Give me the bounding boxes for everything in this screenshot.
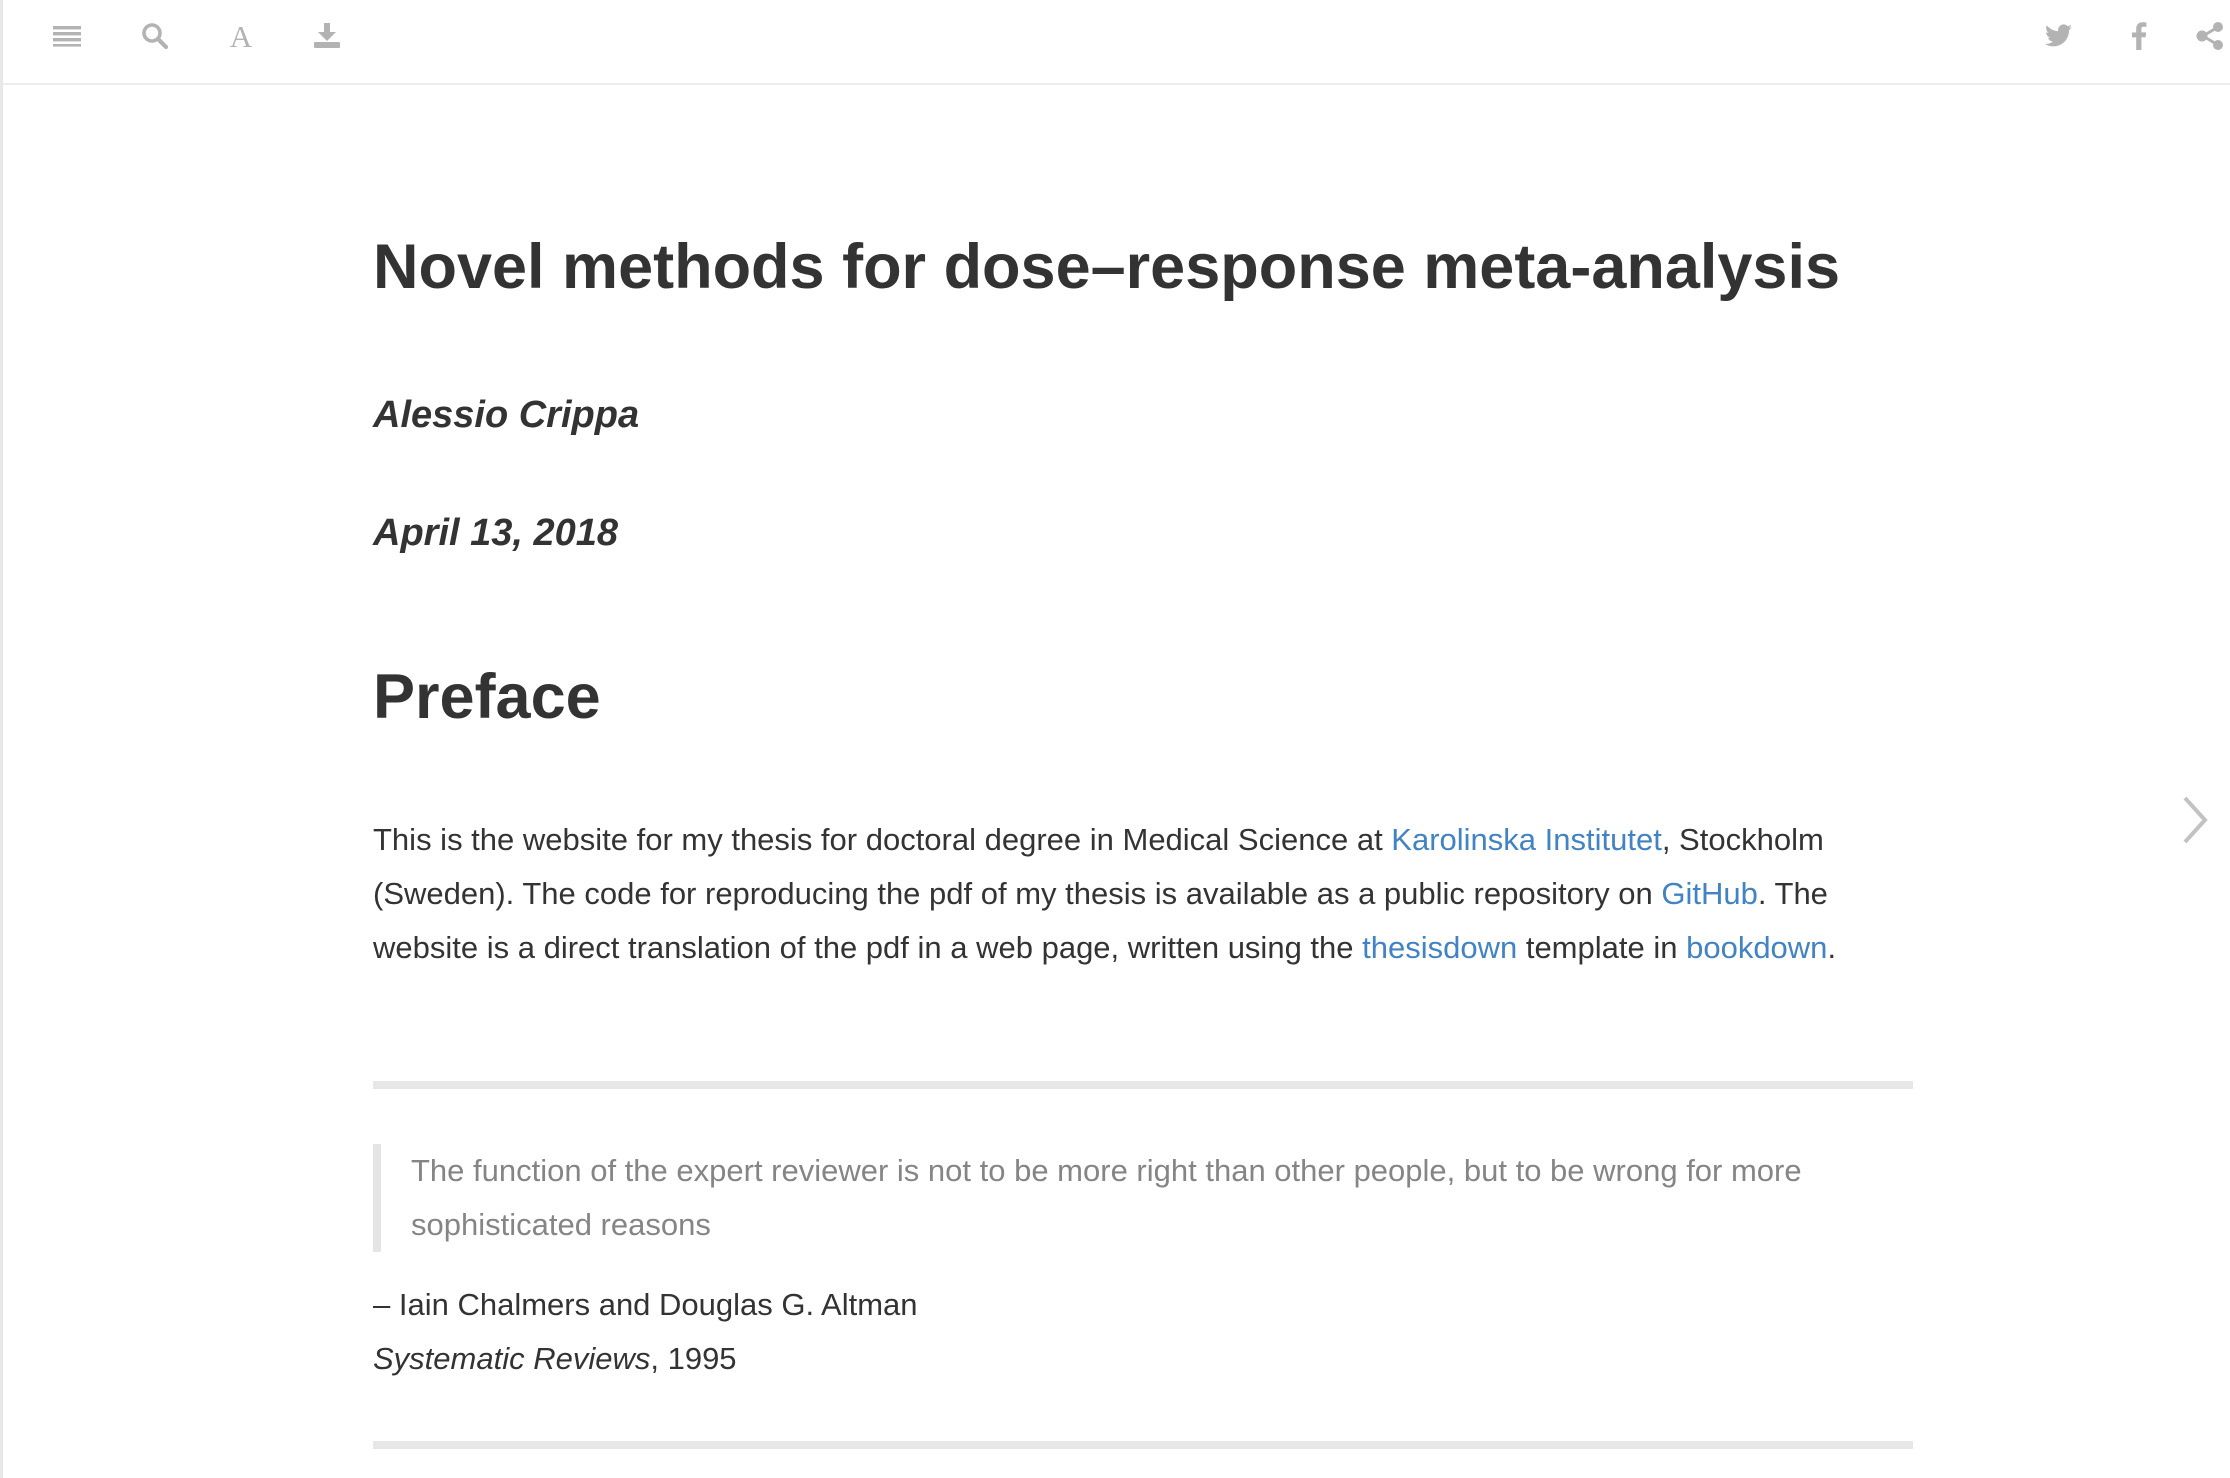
book-title: Novel methods for dose–response meta-ana… xyxy=(373,232,1840,302)
preface-text: template in xyxy=(1517,930,1687,965)
facebook-share-button[interactable] xyxy=(2111,14,2167,58)
twitter-share-button[interactable] xyxy=(2031,14,2087,58)
quote-text: The function of the expert reviewer is n… xyxy=(411,1153,1802,1242)
search-button[interactable] xyxy=(127,14,183,58)
book-page: A Novel methods for dose–response meta-a… xyxy=(0,0,2230,1478)
chevron-right-icon xyxy=(2183,796,2208,844)
blockquote: The function of the expert reviewer is n… xyxy=(373,1144,1913,1252)
link-thesisdown[interactable]: thesisdown xyxy=(1362,930,1517,965)
preface-paragraph: This is the website for my thesis for do… xyxy=(373,813,1918,975)
facebook-icon xyxy=(2132,22,2147,50)
toc-toggle-button[interactable] xyxy=(39,14,95,58)
font-settings-button[interactable]: A xyxy=(213,14,269,58)
preface-text: This is the website for my thesis for do… xyxy=(373,822,1392,857)
quote-source-year: , 1995 xyxy=(650,1341,737,1376)
book-date: April 13, 2018 xyxy=(373,512,619,554)
horizontal-rule xyxy=(373,1441,1913,1449)
download-button[interactable] xyxy=(299,14,355,58)
link-karolinska[interactable]: Karolinska Institutet xyxy=(1391,822,1662,857)
link-github[interactable]: GitHub xyxy=(1661,876,1757,911)
quote-attribution: – Iain Chalmers and Douglas G. Altman xyxy=(373,1287,918,1322)
next-page-button[interactable] xyxy=(2165,790,2225,850)
share-button[interactable] xyxy=(2195,14,2230,58)
book-toolbar: A xyxy=(3,0,2230,85)
quote-source: Systematic Reviews, 1995 xyxy=(373,1332,737,1386)
font-settings-icon: A xyxy=(229,18,253,54)
horizontal-rule xyxy=(373,1081,1913,1089)
preface-text: . xyxy=(1827,930,1837,965)
quote-source-title: Systematic Reviews xyxy=(373,1341,651,1376)
menu-icon xyxy=(53,26,81,47)
book-author: Alessio Crippa xyxy=(373,394,640,436)
twitter-icon xyxy=(2045,24,2072,47)
link-bookdown[interactable]: bookdown xyxy=(1686,930,1827,965)
share-icon xyxy=(2196,22,2223,50)
search-icon xyxy=(142,23,169,50)
section-heading-preface: Preface xyxy=(373,662,601,732)
download-icon xyxy=(314,23,340,48)
